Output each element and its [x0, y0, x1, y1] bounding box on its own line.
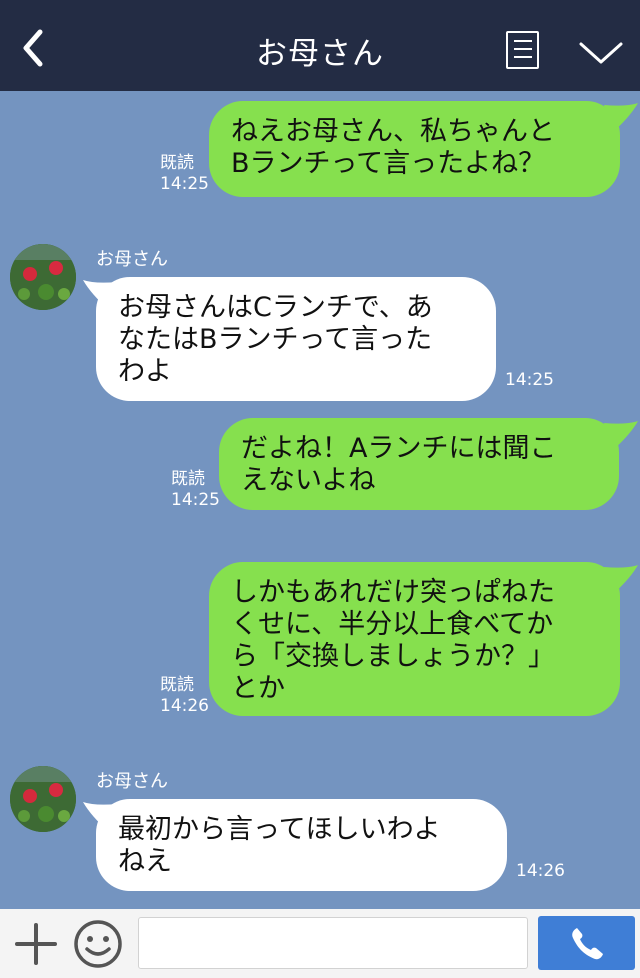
chevron-down-icon[interactable]: [578, 40, 624, 66]
bubble-tail: [604, 421, 638, 451]
avatar-image: [10, 244, 76, 310]
message-status: 既読 14:25: [171, 469, 220, 511]
sender-name: お母さん: [96, 249, 168, 270]
read-receipt: 既読: [171, 469, 205, 489]
plus-icon[interactable]: [14, 922, 58, 966]
read-receipt: 既読: [160, 153, 194, 173]
message-time: 14:26: [516, 861, 565, 881]
message-time: 14:25: [171, 490, 220, 510]
message-input[interactable]: [138, 917, 528, 969]
sender-name: お母さん: [96, 771, 168, 792]
message-bubble[interactable]: だよね！Aランチには聞こ えないよね: [219, 418, 619, 510]
message-list[interactable]: 既読 14:25 ねえお母さん、私ちゃんと Bランチって言ったよね？ お母さん …: [0, 91, 640, 909]
message-status: 既読 14:26: [160, 675, 209, 717]
avatar[interactable]: [10, 244, 76, 310]
chat-header: お母さん: [0, 0, 640, 91]
bubble-tail: [604, 565, 638, 595]
smiley-icon[interactable]: [73, 919, 123, 969]
avatar[interactable]: [10, 766, 76, 832]
input-bar: [0, 909, 640, 978]
message-time: 14:25: [160, 174, 209, 194]
message-time: 14:26: [160, 696, 209, 716]
chat-title: お母さん: [256, 36, 384, 72]
message-bubble[interactable]: お母さんはCランチで、あ なたはBランチって言った わよ: [96, 277, 496, 401]
avatar-image: [10, 766, 76, 832]
call-button[interactable]: [538, 916, 635, 970]
phone-icon: [572, 928, 603, 960]
message-bubble[interactable]: ねえお母さん、私ちゃんと Bランチって言ったよね？: [209, 101, 620, 197]
message-bubble[interactable]: しかもあれだけ突っぱねた くせに、半分以上食べてか ら「交換しましょうか？」 と…: [209, 562, 620, 716]
message-time: 14:25: [505, 370, 554, 390]
read-receipt: 既読: [160, 675, 194, 695]
message-bubble[interactable]: 最初から言ってほしいわよ ねえ: [96, 799, 507, 891]
bubble-tail: [604, 103, 638, 133]
menu-icon[interactable]: [506, 31, 539, 69]
message-status: 既読 14:25: [160, 153, 209, 195]
